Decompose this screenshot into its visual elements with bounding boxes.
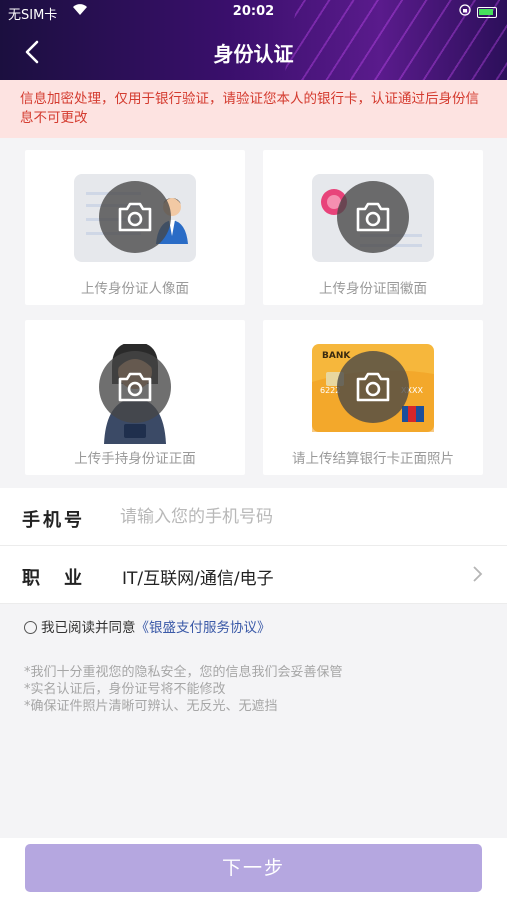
camera-icon[interactable] — [99, 181, 171, 253]
page-title: 身份认证 — [213, 42, 294, 66]
tip-item: *实名认证后，身份证号将不能修改 — [24, 682, 226, 697]
upload-section: 上传身份证人像面 上传身份证国徽面 上传手持身份证正面 BANK 6222 XX… — [0, 138, 507, 488]
upload-hold-id-label: 上传手持身份证正面 — [74, 451, 196, 467]
tip-item: *确保证件照片清晰可辨认、无反光、无遮挡 — [24, 699, 278, 714]
upload-bank-card-label: 请上传结算银行卡正面照片 — [292, 451, 454, 467]
lock-icon — [459, 4, 471, 19]
header: 无SIM卡 20:02 身份认证 — [0, 0, 507, 80]
phone-label: 手机号 — [22, 510, 85, 531]
tip-item: *我们十分重视您的隐私安全，您的信息我们会妥善保管 — [24, 665, 343, 680]
bank-card-brand: BANK — [322, 351, 351, 361]
agreement-link[interactable]: 《银盛支付服务协议》 — [136, 620, 271, 636]
upload-id-back-card[interactable]: 上传身份证国徽面 — [263, 150, 483, 305]
upload-hold-id-card[interactable]: 上传手持身份证正面 — [25, 320, 245, 475]
camera-icon[interactable] — [99, 351, 171, 423]
battery-icon — [477, 7, 497, 18]
tips: *我们十分重视您的隐私安全，您的信息我们会妥善保管 *实名认证后，身份证号将不能… — [24, 664, 343, 715]
camera-icon[interactable] — [337, 351, 409, 423]
agreement-radio[interactable] — [24, 621, 37, 634]
upload-id-front-card[interactable]: 上传身份证人像面 — [25, 150, 245, 305]
next-button[interactable]: 下一步 — [25, 844, 482, 892]
phone-row: 手机号 — [0, 488, 507, 546]
chevron-right-icon — [471, 565, 483, 587]
job-value: IT/互联网/通信/电子 — [122, 569, 274, 589]
agreement: 我已阅读并同意《银盛支付服务协议》 — [24, 616, 271, 636]
info-form: 手机号 职 业 IT/互联网/通信/电子 — [0, 488, 507, 604]
camera-icon[interactable] — [337, 181, 409, 253]
upload-id-front-label: 上传身份证人像面 — [81, 281, 189, 297]
status-bar: 无SIM卡 20:02 — [0, 4, 507, 23]
upload-id-back-label: 上传身份证国徽面 — [319, 281, 427, 297]
job-label: 职 业 — [22, 568, 85, 589]
clock-time: 20:02 — [232, 4, 275, 19]
bottom-bar: 下一步 — [0, 838, 507, 900]
phone-input[interactable] — [120, 498, 480, 536]
upload-bank-card-card[interactable]: BANK 6222 XXXX 请上传结算银行卡正面照片 — [263, 320, 483, 475]
job-row[interactable]: 职 业 IT/互联网/通信/电子 — [0, 546, 507, 604]
privacy-notice: 信息加密处理，仅用于银行验证，请验证您本人的银行卡，认证通过后身份信息不可更改 — [0, 80, 507, 138]
agreement-text: 我已阅读并同意 — [41, 620, 136, 636]
